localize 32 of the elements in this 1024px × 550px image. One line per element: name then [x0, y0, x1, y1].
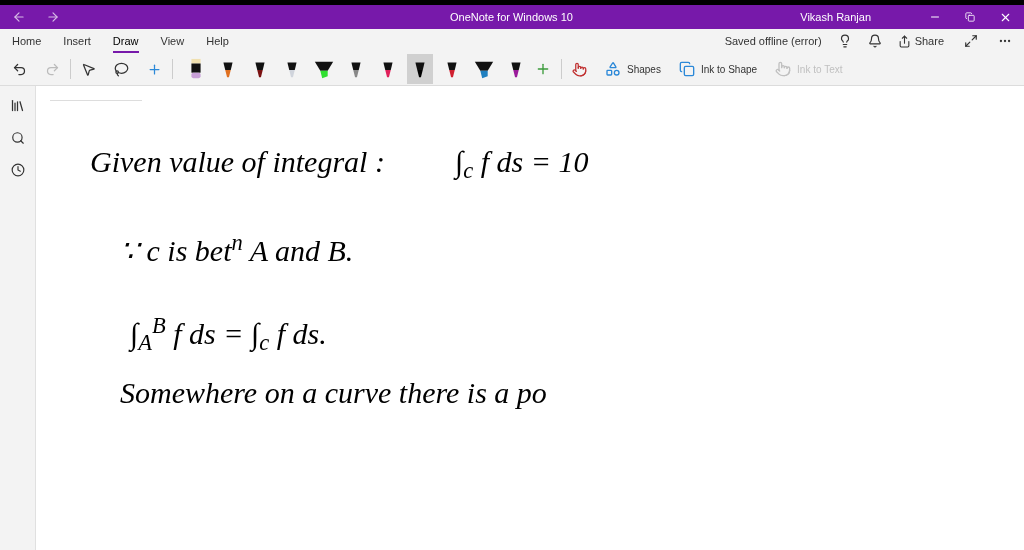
- ink-to-shape-icon: [678, 61, 695, 77]
- ribbon-tab[interactable]: Insert: [63, 28, 91, 54]
- ribbon-button[interactable]: Ink to Shape: [678, 61, 758, 77]
- user-name: Vikash Ranjan: [800, 9, 871, 25]
- search-icon[interactable]: [10, 131, 25, 145]
- recent-icon[interactable]: [10, 163, 25, 177]
- restore-icon[interactable]: [965, 12, 975, 22]
- window-title: OneNote for Windows 10: [450, 9, 573, 25]
- handwritten-text: Somewhere on a curve there is a po: [120, 375, 547, 411]
- ribbon-tab[interactable]: View: [160, 28, 185, 54]
- lasso-select-icon[interactable]: [81, 61, 96, 77]
- shapes-icon: [605, 61, 621, 77]
- handwritten-text: ∫$_{A}$$^{B}$ f ds = ∫$_{c}$ f ds.: [130, 311, 327, 356]
- notebooks-icon[interactable]: [10, 98, 25, 113]
- undo-icon[interactable]: [12, 61, 27, 77]
- lasso-icon[interactable]: [114, 61, 129, 77]
- back-icon[interactable]: [12, 10, 26, 24]
- save-status: Saved offline (error): [724, 33, 822, 49]
- notifications-icon[interactable]: [867, 34, 882, 48]
- share-icon: [897, 34, 911, 48]
- ribbon-tab[interactable]: Help: [206, 28, 229, 54]
- ribbon-tab[interactable]: Home: [12, 28, 42, 54]
- expand-icon[interactable]: [964, 34, 978, 48]
- handwritten-formula: ∫$_{c}$ f ds = 10: [454, 144, 589, 184]
- handwritten-text: ∵ c is bet$^{n}$ A and B.: [120, 228, 354, 269]
- touch-draw-icon[interactable]: [572, 61, 587, 77]
- ribbon-tab[interactable]: Draw: [112, 28, 139, 54]
- handwritten-text: Given value of integral :: [90, 144, 385, 180]
- forward-icon[interactable]: [46, 10, 60, 24]
- add-space-icon[interactable]: [147, 61, 162, 77]
- share-button[interactable]: Share: [897, 32, 944, 50]
- ribbon-button[interactable]: Shapes: [605, 61, 661, 77]
